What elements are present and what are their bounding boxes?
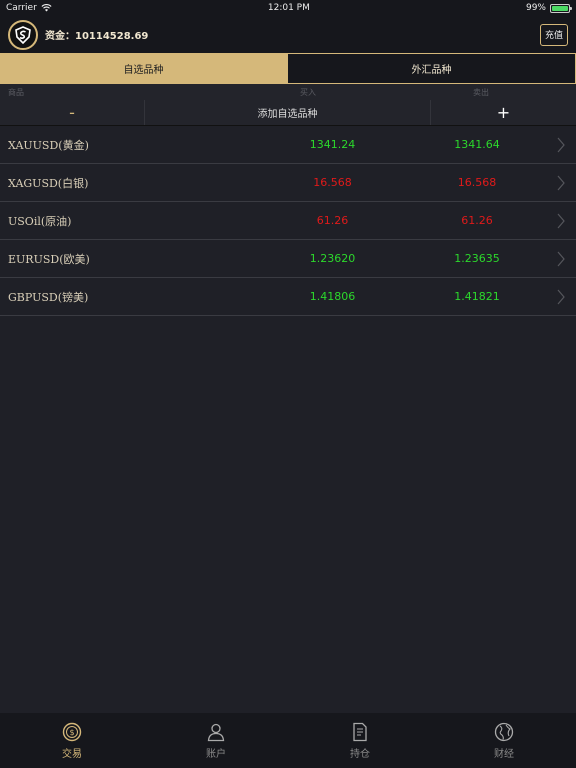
symbol-name: USOil(原油)	[8, 214, 72, 228]
funds-value: 10114528.69	[75, 31, 149, 42]
sell-price[interactable]: 16.568	[388, 176, 576, 189]
remove-favorite-button[interactable]: -	[0, 100, 145, 125]
funds-label: 资金：	[45, 31, 75, 42]
quote-row-gbpusd[interactable]: GBPUSD(镑美) 1.41806 1.41821	[0, 278, 576, 316]
tab-trade-label: 交易	[62, 748, 82, 760]
chevron-right-icon	[557, 289, 565, 305]
status-bar: Carrier 12:01 PM 99%	[0, 0, 576, 16]
add-favorite-button[interactable]: 添加自选品种	[145, 100, 431, 125]
watchlist-actions: - 添加自选品种 +	[0, 100, 576, 126]
sell-price[interactable]: 1.41821	[388, 290, 576, 303]
quote-row-xauusd[interactable]: XAUUSD(黄金) 1341.24 1341.64	[0, 126, 576, 164]
chevron-right-icon	[557, 175, 565, 191]
tab-account[interactable]: 账户	[144, 713, 288, 768]
column-product: 商品	[8, 87, 24, 97]
column-sell: 卖出	[473, 87, 489, 97]
buy-price[interactable]: 1341.24	[277, 138, 388, 151]
battery-icon	[549, 3, 572, 13]
sell-price[interactable]: 1.23635	[388, 252, 576, 265]
quote-list: XAUUSD(黄金) 1341.24 1341.64 XAGUSD(白银) 16…	[0, 126, 576, 316]
chevron-right-icon	[557, 251, 565, 267]
bottom-tab-bar: $ 交易 账户 持仓 财经	[0, 713, 576, 768]
buy-price[interactable]: 1.23620	[277, 252, 388, 265]
header: 资金：10114528.69 充值	[0, 16, 576, 53]
chevron-right-icon	[557, 213, 565, 229]
symbol-name: GBPUSD(镑美)	[8, 290, 89, 304]
buy-price[interactable]: 61.26	[277, 214, 388, 227]
carrier-label: Carrier	[6, 3, 37, 13]
buy-price[interactable]: 1.41806	[277, 290, 388, 303]
battery-percent: 99%	[525, 3, 546, 13]
document-icon	[353, 722, 367, 741]
symbol-name: XAUUSD(黄金)	[8, 138, 89, 152]
add-plus-button[interactable]: +	[431, 100, 576, 125]
symbol-name: EURUSD(欧美)	[8, 252, 90, 266]
recharge-button[interactable]: 充值	[540, 23, 568, 46]
tab-forex[interactable]: 外汇品种	[287, 54, 576, 83]
quote-row-xagusd[interactable]: XAGUSD(白银) 16.568 16.568	[0, 164, 576, 202]
quote-row-eurusd[interactable]: EURUSD(欧美) 1.23620 1.23635	[0, 240, 576, 278]
tab-favorites[interactable]: 自选品种	[0, 54, 287, 83]
svg-text:$: $	[69, 728, 74, 737]
clock: 12:01 PM	[267, 3, 310, 13]
column-buy: 买入	[300, 87, 316, 97]
sell-price[interactable]: 1341.64	[388, 138, 576, 151]
tab-finance-label: 财经	[494, 748, 514, 760]
symbol-name: XAGUSD(白银)	[8, 176, 89, 190]
chevron-right-icon	[557, 137, 565, 153]
quote-row-usoil[interactable]: USOil(原油) 61.26 61.26	[0, 202, 576, 240]
buy-price[interactable]: 16.568	[277, 176, 388, 189]
tab-account-label: 账户	[206, 748, 226, 760]
shield-logo-icon	[15, 25, 31, 44]
sell-price[interactable]: 61.26	[388, 214, 576, 227]
tab-positions[interactable]: 持仓	[288, 713, 432, 768]
column-headers: 商品 买入 卖出	[0, 84, 576, 100]
funds-display: 资金：10114528.69	[45, 27, 148, 42]
category-tabs: 自选品种 外汇品种	[0, 53, 576, 84]
tab-positions-label: 持仓	[350, 748, 370, 760]
tab-trade[interactable]: $ 交易	[0, 713, 144, 768]
wifi-icon	[41, 4, 52, 12]
tab-finance[interactable]: 财经	[432, 713, 576, 768]
coin-icon: $	[62, 722, 82, 741]
user-icon	[207, 723, 225, 741]
logo	[8, 19, 38, 50]
globe-icon	[494, 722, 514, 741]
